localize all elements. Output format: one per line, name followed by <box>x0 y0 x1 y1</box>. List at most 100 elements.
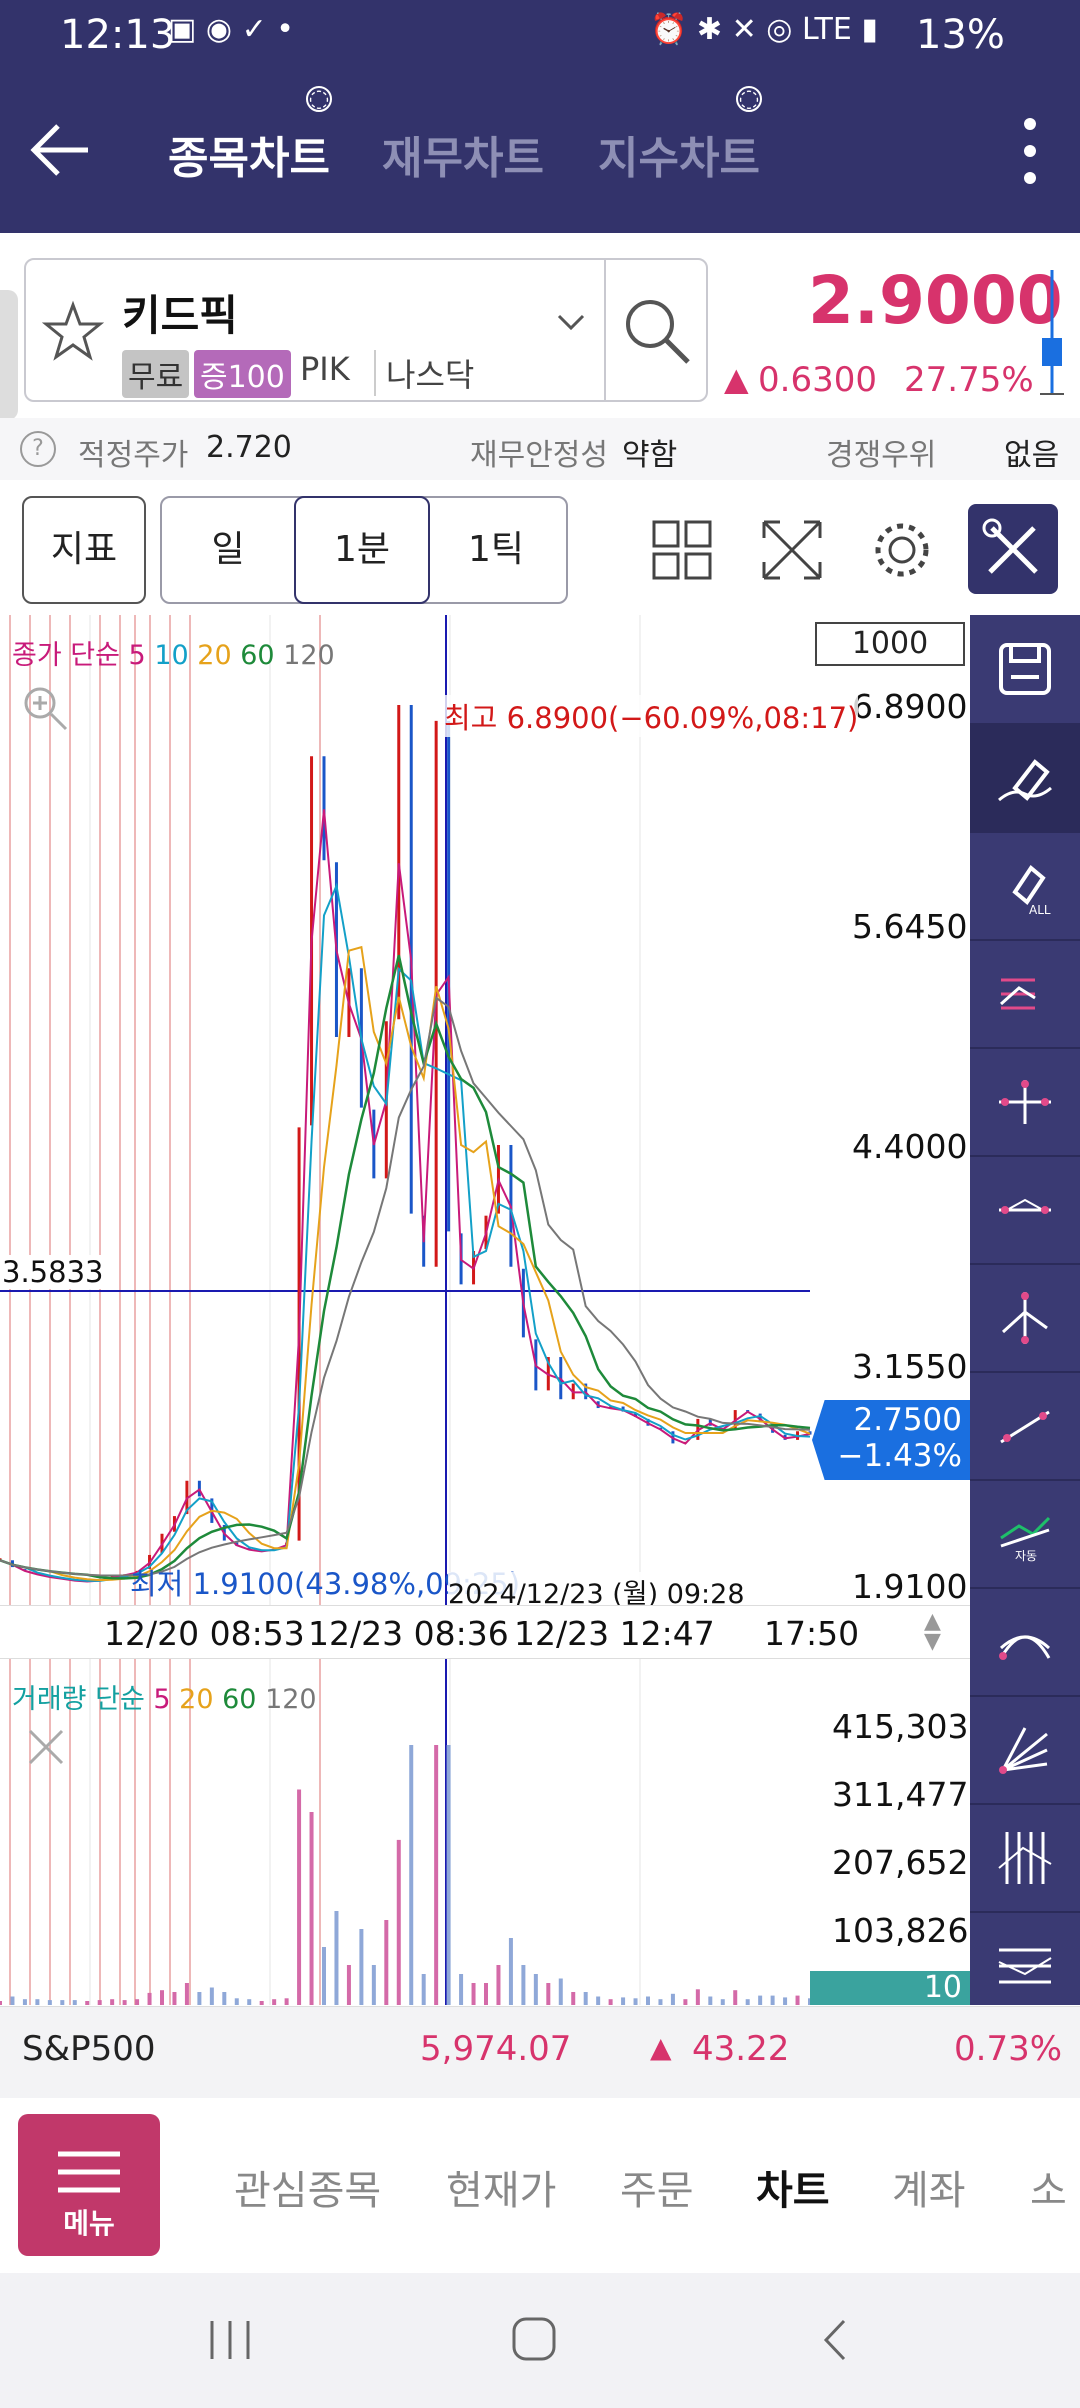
ma-120-line <box>0 996 811 1577</box>
indicator-button[interactable]: 지표 <box>22 496 146 604</box>
nav-watchlist[interactable]: 관심종목 <box>234 2158 381 2216</box>
period-1tick-button[interactable]: 1틱 <box>428 498 564 602</box>
volume-bar <box>496 1965 501 2005</box>
more-menu-icon[interactable] <box>1022 116 1038 186</box>
tab-stock-chart[interactable]: 종목차트 <box>168 122 330 186</box>
volume-bar <box>172 1992 177 2005</box>
vma-60-label: 60 <box>222 1684 257 1715</box>
back-arrow-icon[interactable] <box>28 118 92 182</box>
index-ticker-bar[interactable]: S&P500 5,974.07 ▲ 43.22 0.73% <box>0 2006 1080 2100</box>
period-1min-button[interactable]: 1분 <box>294 496 430 604</box>
margin-badge: 증100 <box>194 350 291 398</box>
auto-trend-tool[interactable]: 자동 <box>970 1481 1080 1589</box>
home-icon[interactable] <box>510 2315 558 2363</box>
fullscreen-icon[interactable] <box>760 518 824 582</box>
save-tool[interactable] <box>970 615 1080 725</box>
volume-bar <box>708 1996 713 2005</box>
nav-account[interactable]: 계좌 <box>892 2158 966 2216</box>
status-battery: 13% <box>916 12 1005 58</box>
menu-button[interactable]: 메뉴 <box>18 2114 160 2256</box>
nav-order[interactable]: 주문 <box>620 2158 694 2216</box>
search-icon[interactable] <box>622 296 692 366</box>
x-tick: 12/20 08:53 <box>104 1614 305 1653</box>
channel-tool[interactable] <box>970 1913 1080 2021</box>
volume-bar <box>770 1995 775 2005</box>
volume-bar <box>284 1998 289 2005</box>
nav-chart[interactable]: 차트 <box>756 2158 830 2216</box>
nav-more[interactable]: 소 <box>1030 2158 1067 2216</box>
close-icon[interactable] <box>26 1727 66 1767</box>
volume-bar <box>97 2000 102 2005</box>
axis-scroll-arrows-icon[interactable]: ▲ ▼ <box>924 1611 941 1653</box>
y-tick: 1.9100 <box>852 1567 968 1606</box>
volume-bar <box>209 1987 214 2005</box>
volume-bar <box>484 1983 488 2005</box>
ma-120-label: 120 <box>283 640 335 671</box>
candle-count-box[interactable]: 1000 <box>815 622 965 666</box>
price-change: 0.6300 <box>758 360 877 400</box>
volume-bar <box>22 1999 27 2005</box>
drawing-tools-button[interactable] <box>968 504 1058 594</box>
eraser-tool[interactable] <box>970 725 1080 833</box>
erase-all-tool[interactable]: ALL <box>970 833 1080 941</box>
zoom-in-icon[interactable] <box>22 685 68 731</box>
fan-tool[interactable] <box>970 1697 1080 1805</box>
volume-bar <box>409 1745 414 2005</box>
volume-bar <box>309 1812 314 2005</box>
stock-selector[interactable]: 키드픽 무료 증100 PIK 나스닥 <box>24 258 708 402</box>
tab-financial-chart[interactable]: 재무차트 <box>382 122 544 186</box>
volume-bar <box>371 1965 376 2005</box>
horizontal-line-tool[interactable] <box>970 1157 1080 1265</box>
svg-text:자동: 자동 <box>1015 1549 1037 1563</box>
back-icon[interactable] <box>820 2317 850 2363</box>
vertical-line-tool[interactable] <box>970 1265 1080 1373</box>
channel-icon <box>998 1948 1052 1984</box>
gear-icon[interactable] <box>870 518 934 582</box>
volume-bar <box>459 1974 464 2005</box>
volume-bar <box>596 1996 601 2005</box>
auto-trend-icon: 자동 <box>1000 1516 1051 1563</box>
price-legend-prefix: 종가 단순 <box>12 640 120 671</box>
chevron-down-icon[interactable] <box>556 312 586 332</box>
period-day-button[interactable]: 일 <box>162 498 294 602</box>
volume-bar <box>259 2001 264 2005</box>
ma-5-label: 5 <box>128 640 146 671</box>
y-tick: 3.1550 <box>852 1347 968 1386</box>
price-change-pct: 27.75% <box>904 360 1034 400</box>
link-icon: ◌ <box>736 86 762 112</box>
volume-bar <box>10 1996 15 2005</box>
cycle-line-tool[interactable] <box>970 1805 1080 1913</box>
volume-bar <box>234 1998 239 2005</box>
trend-line-tool[interactable] <box>970 1373 1080 1481</box>
ma-10-line <box>0 882 811 1582</box>
time-axis[interactable]: 12/20 08:53 12/23 08:36 12/23 12:47 17:5… <box>0 1605 970 1659</box>
svg-text:ALL: ALL <box>1029 903 1051 916</box>
financial-stability-label: 재무안정성 <box>470 438 608 473</box>
hcl-line-tool[interactable] <box>970 941 1080 1049</box>
mini-candle-icon <box>1040 268 1064 398</box>
volume-bar <box>122 2000 127 2005</box>
current-volume-tag: 10 <box>810 1971 970 2005</box>
current-price-value: 2.7500 <box>853 1402 962 1438</box>
nav-current-price[interactable]: 현재가 <box>446 2158 556 2216</box>
price-chart[interactable]: 종가 단순 5 10 20 60 120 1000 6.8900 5.6450 … <box>0 615 970 2005</box>
volume-bar <box>110 1999 115 2005</box>
volume-bar <box>633 1998 638 2005</box>
crosshair-tool[interactable] <box>970 1049 1080 1157</box>
volume-bar <box>396 1839 401 2005</box>
volume-bar <box>658 1999 663 2005</box>
side-drawer-handle[interactable] <box>0 290 18 420</box>
grid-layout-icon[interactable] <box>652 520 712 580</box>
recent-apps-icon[interactable] <box>206 2317 254 2363</box>
tab-index-chart[interactable]: 지수차트 <box>598 122 760 186</box>
system-navigation-bar <box>0 2273 1080 2408</box>
horizontal-line-icon <box>999 1198 1051 1214</box>
favorite-star-icon[interactable] <box>41 300 105 362</box>
volume-tick: 207,652 <box>832 1843 969 1882</box>
help-icon[interactable]: ? <box>20 431 56 467</box>
volume-bar <box>0 2001 2 2005</box>
ma-10-label: 10 <box>154 640 189 671</box>
volume-tick: 415,303 <box>832 1707 969 1746</box>
stock-market: 나스닥 <box>374 350 474 396</box>
arc-tool[interactable] <box>970 1589 1080 1697</box>
